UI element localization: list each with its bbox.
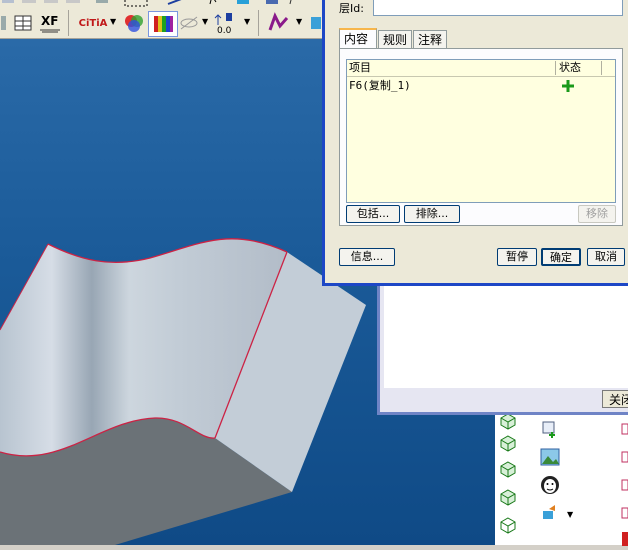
- face-icon[interactable]: [537, 474, 563, 496]
- exclude-button[interactable]: 排除...: [404, 205, 460, 223]
- item-list[interactable]: 项目 状态 F6(复制_1): [346, 59, 616, 203]
- xf-icon[interactable]: XF: [38, 12, 62, 34]
- toolbar-grip: [0, 12, 8, 34]
- image-icon[interactable]: [537, 446, 563, 468]
- citia-label: CiTiA: [78, 17, 108, 29]
- hide-dropdown-arrow[interactable]: ▼: [202, 17, 208, 26]
- svg-text:0.0: 0.0: [217, 26, 232, 35]
- close-button[interactable]: 关闭: [602, 390, 628, 408]
- cube-green-icon[interactable]: [495, 432, 521, 454]
- datum-icon[interactable]: [234, 0, 254, 6]
- layer-id-input[interactable]: [373, 0, 623, 16]
- edge-icon-partial[interactable]: [619, 502, 628, 524]
- layer-id-label: 层Id:: [339, 2, 364, 15]
- spin-dropdown-arrow[interactable]: ▼: [244, 17, 250, 26]
- list-item[interactable]: F6(复制_1): [349, 78, 613, 94]
- column-separator[interactable]: [601, 61, 602, 75]
- info-button[interactable]: 信息...: [339, 248, 395, 266]
- cube-green-icon[interactable]: [495, 458, 521, 480]
- include-button[interactable]: 包括...: [346, 205, 400, 223]
- color-palette-icon[interactable]: [148, 11, 178, 37]
- list-header: 项目 状态: [347, 60, 615, 77]
- content-tab-panel: 项目 状态 F6(复制_1) 包括... 排除... 移除: [339, 48, 623, 226]
- tab-content[interactable]: 内容: [339, 28, 377, 49]
- tab-notes[interactable]: 注释: [413, 30, 447, 48]
- remove-button[interactable]: 移除: [578, 205, 616, 223]
- toolbar-separator: [68, 10, 69, 36]
- transform-dropdown-arrow[interactable]: ▼: [567, 510, 573, 519]
- spin-settings-icon[interactable]: 0.0: [212, 12, 242, 35]
- select-box-icon[interactable]: [124, 0, 148, 8]
- column-separator[interactable]: [555, 61, 556, 75]
- background-window: [377, 278, 628, 415]
- model-tree-panel: ▼: [495, 410, 628, 546]
- ok-button[interactable]: 确定: [541, 248, 581, 266]
- cube-green-icon[interactable]: [495, 486, 521, 508]
- edge-icon-partial[interactable]: [619, 528, 628, 550]
- appearance-icon[interactable]: [122, 12, 146, 34]
- citia-icon[interactable]: CiTiA: [78, 12, 108, 34]
- xf-label: XF: [41, 14, 59, 28]
- cancel-button[interactable]: 取消: [587, 248, 625, 266]
- edge-icon-partial[interactable]: [619, 474, 628, 496]
- layer-add-icon[interactable]: [537, 418, 563, 440]
- table-icon[interactable]: [12, 12, 34, 34]
- green-plus-icon: [561, 79, 575, 98]
- view-cut-icon[interactable]: [308, 12, 322, 34]
- list-item-name: F6(复制_1): [349, 79, 411, 92]
- sketch-tool-icon[interactable]: [266, 12, 292, 34]
- cube-outline-icon[interactable]: [495, 514, 521, 536]
- edge-icon-partial[interactable]: [619, 446, 628, 468]
- layer-properties-dialog: 层Id: 内容 规则 注释 项目 状态 F6(复制_1) 包括... 排除...…: [322, 0, 628, 286]
- tab-rules[interactable]: 规则: [378, 30, 412, 48]
- toolbar-row-top-partial: [0, 0, 120, 8]
- sketch-dropdown-arrow[interactable]: ▼: [296, 17, 302, 26]
- hide-icon[interactable]: [178, 12, 200, 34]
- background-window-content: [384, 284, 628, 388]
- toolbar-separator: [258, 10, 259, 36]
- column-header-item[interactable]: 项目: [349, 60, 371, 76]
- pointer-icon[interactable]: [206, 0, 226, 6]
- citia-dropdown-arrow[interactable]: ▼: [110, 17, 116, 26]
- edge-icon-partial[interactable]: [619, 418, 628, 440]
- column-header-status[interactable]: 状态: [559, 60, 581, 76]
- view-tools-icon[interactable]: [262, 0, 302, 6]
- transform-icon[interactable]: [537, 502, 563, 524]
- sketch-icon[interactable]: [166, 0, 186, 6]
- pause-button[interactable]: 暂停: [497, 248, 537, 266]
